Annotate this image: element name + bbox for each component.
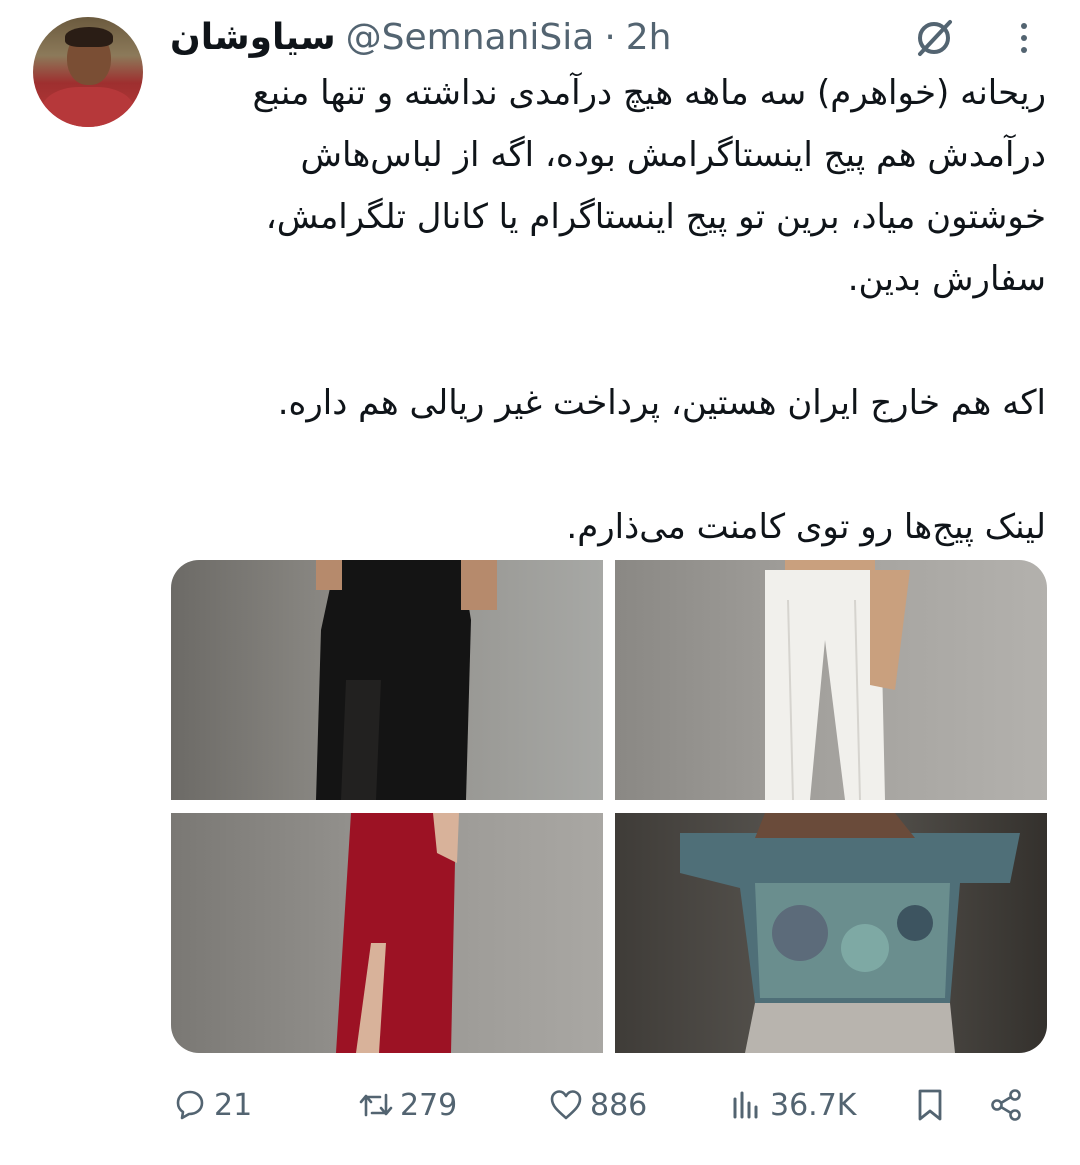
grok-icon[interactable] <box>910 14 958 62</box>
like-button[interactable]: 886 <box>548 1080 647 1130</box>
bookmark-icon <box>918 1089 942 1121</box>
like-count: 886 <box>590 1087 648 1123</box>
view-count: 36.7K <box>770 1087 857 1123</box>
share-button[interactable] <box>988 1080 1024 1130</box>
share-icon <box>991 1089 1021 1121</box>
photo-printed-top[interactable] <box>615 813 1047 1053</box>
separator-dot: · <box>604 16 616 58</box>
reply-icon <box>176 1090 204 1120</box>
author-handle[interactable]: @SemnaniSia <box>346 17 595 58</box>
heart-icon <box>550 1090 582 1120</box>
media-grid <box>171 560 1047 1053</box>
photo-black-skirt[interactable] <box>171 560 603 800</box>
retweet-count: 279 <box>400 1087 458 1123</box>
retweet-button[interactable]: 279 <box>358 1080 457 1130</box>
author-name[interactable]: سیاوشان <box>170 17 336 58</box>
tweet-text: ریحانه (خواهرم) سه ماهه هیچ درآمدی نداشت… <box>172 62 1046 558</box>
photo-red-skirt[interactable] <box>171 813 603 1053</box>
avatar-shirt <box>41 87 135 127</box>
tweet-actions: 21 279 886 36.7K <box>0 1080 1080 1130</box>
reply-button[interactable]: 21 <box>172 1080 252 1130</box>
reply-count: 21 <box>214 1087 253 1123</box>
avatar-hair <box>65 27 113 47</box>
views-button[interactable]: 36.7K <box>728 1080 856 1130</box>
tweet-paragraph-2: اکه هم خارج ایران هستین، پرداخت غیر ریال… <box>277 383 1046 423</box>
more-vertical-icon[interactable] <box>1010 18 1038 58</box>
avatar[interactable] <box>33 17 143 127</box>
retweet-icon <box>359 1093 393 1117</box>
bookmark-button[interactable] <box>912 1080 948 1130</box>
views-icon <box>733 1091 758 1119</box>
photo-white-pants[interactable] <box>615 560 1047 800</box>
tweet-time[interactable]: 2h <box>626 17 672 58</box>
tweet-paragraph-1: ریحانه (خواهرم) سه ماهه هیچ درآمدی نداشت… <box>252 73 1046 299</box>
tweet-header: سیاوشان @SemnaniSia · 2h <box>170 12 672 62</box>
tweet-paragraph-3: لینک پیج‌ها رو توی کامنت می‌ذارم. <box>566 507 1046 547</box>
